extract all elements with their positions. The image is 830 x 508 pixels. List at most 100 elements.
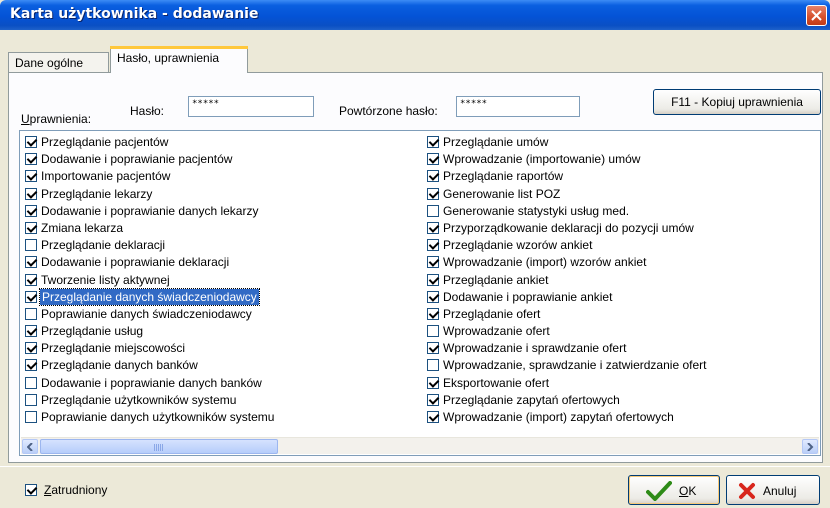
close-icon [811, 10, 822, 21]
permission-label: Importowanie pacjentów [41, 169, 171, 184]
repeat-password-label: Powtórzone hasło: [339, 104, 438, 118]
ok-button-label-text: K [688, 484, 697, 498]
repeat-password-field[interactable]: ***** [456, 96, 580, 117]
permission-label: Przyporządkowanie deklaracji do pozycji … [443, 220, 694, 235]
permission-label: Wprowadzanie (import) zapytań ofertowych [443, 410, 674, 424]
permission-checkbox[interactable] [427, 204, 439, 217]
permission-checkbox[interactable] [25, 290, 37, 303]
employed-label: Zatrudniony [44, 483, 107, 497]
permission-checkbox[interactable] [25, 376, 37, 389]
permissions-list[interactable]: Przeglądanie pacjentów Dodawanie i popraw… [19, 130, 821, 456]
horizontal-scrollbar[interactable] [21, 437, 819, 454]
permission-checkbox[interactable] [25, 359, 37, 372]
permission-checkbox[interactable] [25, 239, 37, 252]
permission-checkbox[interactable] [25, 393, 37, 406]
copy-permissions-button[interactable]: F11 - Kopiuj uprawnienia [653, 89, 821, 115]
permission-checkbox[interactable] [427, 307, 439, 320]
permission-checkbox[interactable] [427, 170, 439, 183]
permissions-label-hotkey: U [21, 112, 30, 126]
permission-checkbox[interactable] [427, 187, 439, 200]
chevron-left-icon [27, 443, 33, 451]
permission-label: Dodawanie i poprawianie pacjentów [41, 152, 233, 167]
permission-label: Zmiana lekarza [41, 220, 124, 235]
checkmark-icon [646, 481, 672, 501]
permission-label: Wprowadzanie (import) wzorów ankiet [443, 255, 647, 270]
permission-label: Przeglądanie danych świadczeniodawcy [39, 287, 260, 306]
permission-label: Przeglądanie ofert [443, 306, 541, 321]
scroll-right-button[interactable] [802, 439, 818, 454]
tab-password-permissions[interactable]: Hasło, uprawnienia [110, 46, 248, 73]
ok-button[interactable]: OK [628, 475, 720, 505]
employed-checkbox-box[interactable] [25, 484, 37, 496]
permission-label: Przeglądanie lekarzy [41, 186, 153, 201]
scrollbar-thumb[interactable] [40, 439, 278, 454]
permission-checkbox[interactable] [427, 153, 439, 166]
permission-checkbox[interactable] [25, 342, 37, 355]
permissions-label: Uprawnienia: [21, 112, 91, 126]
tab-general[interactable]: Dane ogólne [8, 52, 109, 72]
permission-label: Przeglądanie raportów [443, 169, 564, 184]
permission-checkbox[interactable] [427, 273, 439, 286]
permission-label: Przeglądanie danych banków [41, 358, 198, 373]
permission-label: Dodawanie i poprawianie danych lekarzy [41, 203, 259, 218]
permission-label: Tworzenie listy aktywnej [41, 272, 170, 287]
permission-label: Wprowadzanie i sprawdzanie ofert [443, 341, 627, 356]
title-bar: Karta użytkownika - dodawanie [0, 0, 830, 30]
permission-checkbox[interactable] [427, 376, 439, 389]
permission-label: Dodawanie i poprawianie danych banków [41, 375, 262, 390]
permission-checkbox[interactable] [25, 170, 37, 183]
permission-label: Przeglądanie umów [443, 135, 549, 149]
permission-label: Generowanie list POZ [443, 186, 561, 201]
permission-label: Przeglądanie deklaracji [41, 238, 166, 253]
permission-checkbox[interactable] [427, 256, 439, 269]
permission-checkbox[interactable] [25, 325, 37, 338]
cancel-button-label: Anuluj [763, 484, 797, 498]
permission-label: Wprowadzanie ofert [443, 324, 550, 339]
permission-checkbox[interactable] [25, 411, 37, 423]
window-title: Karta użytkownika - dodawanie [10, 6, 259, 22]
permission-label: Przeglądanie ankiet [443, 272, 549, 287]
permission-label: Generowanie statystyki usług med. [443, 203, 630, 218]
permission-checkbox[interactable] [427, 325, 439, 338]
chevron-right-icon [807, 443, 814, 451]
bottom-separator [0, 466, 830, 467]
permission-checkbox[interactable] [25, 221, 37, 234]
permission-label: Poprawianie danych świadczeniodawcy [41, 306, 252, 321]
permission-checkbox[interactable] [427, 411, 439, 423]
permission-checkbox[interactable] [25, 136, 37, 148]
permission-checkbox[interactable] [427, 239, 439, 252]
permission-checkbox[interactable] [25, 256, 37, 269]
permission-label: Poprawianie danych użytkowników systemu [41, 410, 275, 424]
permission-checkbox[interactable] [25, 204, 37, 217]
password-field[interactable]: ***** [188, 96, 314, 117]
close-button[interactable] [806, 5, 827, 26]
permission-label: Przeglądanie użytkowników systemu [41, 392, 237, 407]
scroll-left-button[interactable] [22, 439, 38, 454]
employed-label-text: atrudniony [51, 483, 108, 497]
permission-label: Przeglądanie zapytań ofertowych [443, 392, 620, 407]
permission-checkbox[interactable] [25, 187, 37, 200]
tab-password-permissions-label: Hasło, uprawnienia [117, 51, 220, 65]
permission-label: Przeglądanie miejscowości [41, 341, 186, 356]
scrollbar-grip [154, 444, 164, 451]
permission-label: Przeglądanie pacjentów [41, 135, 169, 149]
permission-checkbox[interactable] [427, 359, 439, 372]
permission-checkbox[interactable] [25, 273, 37, 286]
permission-checkbox[interactable] [427, 221, 439, 234]
permissions-label-text: prawnienia: [29, 112, 92, 126]
permission-label: Wprowadzanie (importowanie) umów [443, 152, 641, 167]
permission-label: Przeglądanie wzorów ankiet [443, 238, 593, 253]
permission-checkbox[interactable] [427, 393, 439, 406]
permission-label: Dodawanie i poprawianie ankiet [443, 289, 613, 304]
tab-general-label: Dane ogólne [15, 56, 84, 70]
permission-label: Dodawanie i poprawianie deklaracji [41, 255, 230, 270]
permission-checkbox[interactable] [25, 153, 37, 166]
cancel-button[interactable]: Anuluj [726, 475, 820, 505]
permission-checkbox[interactable] [25, 307, 37, 320]
ok-button-label-hotkey: O [679, 484, 689, 498]
permission-checkbox[interactable] [427, 136, 439, 148]
permission-checkbox[interactable] [427, 342, 439, 355]
cancel-x-icon [739, 483, 755, 499]
permission-checkbox[interactable] [427, 290, 439, 303]
password-label: Hasło: [130, 104, 165, 118]
